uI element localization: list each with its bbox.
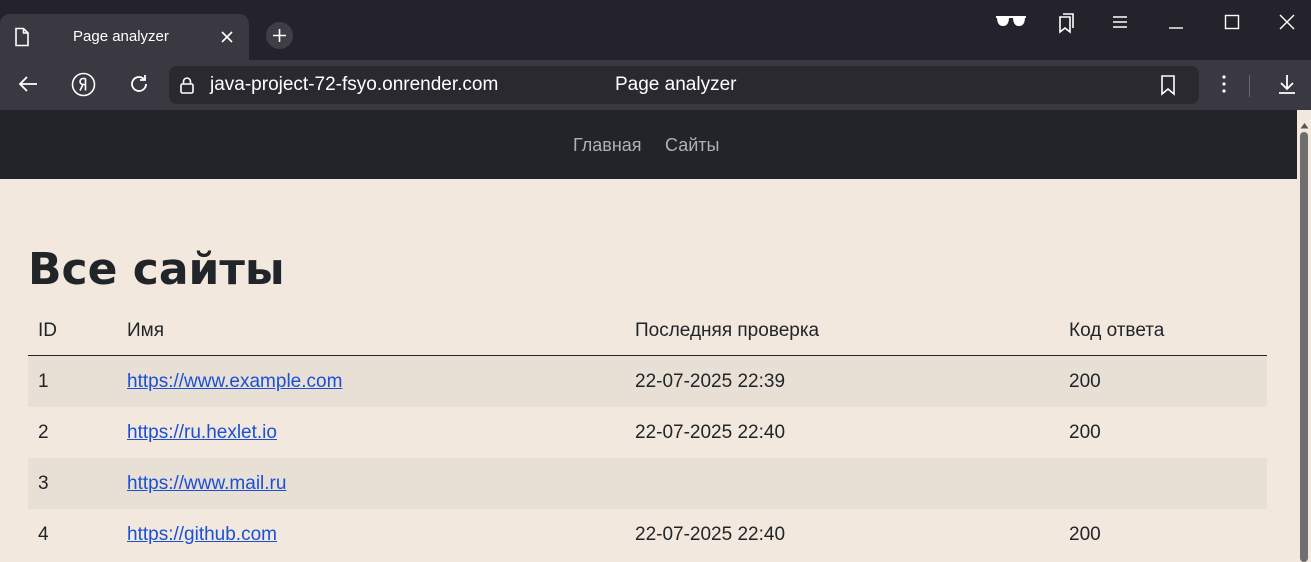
- document-icon: [13, 27, 31, 51]
- reload-icon[interactable]: [128, 73, 150, 99]
- cell-last-check: 22-07-2025 22:39: [625, 355, 1059, 407]
- table-row: 2 https://ru.hexlet.io 22-07-2025 22:40 …: [28, 407, 1267, 458]
- page-scrollbar[interactable]: [1297, 110, 1311, 562]
- collections-icon[interactable]: [1056, 12, 1076, 38]
- cell-last-check: [625, 458, 1059, 509]
- browser-tab[interactable]: Page analyzer: [0, 14, 249, 60]
- toolbar-divider: [1249, 75, 1250, 97]
- cell-last-check: 22-07-2025 22:40: [635, 523, 786, 545]
- back-arrow-icon[interactable]: [17, 73, 39, 99]
- page-title: Все сайты: [28, 244, 285, 295]
- cell-name: https://www.example.com: [117, 355, 625, 407]
- maximize-icon[interactable]: [1224, 14, 1240, 34]
- cell-name: https://ru.hexlet.io: [117, 407, 625, 458]
- cell-name: https://github.com: [117, 509, 625, 560]
- site-link[interactable]: https://github.com: [127, 524, 277, 545]
- yandex-logo-icon[interactable]: [71, 72, 96, 101]
- tab-title: Page analyzer: [73, 28, 169, 45]
- browser-titlebar: Page analyzer: [0, 0, 1311, 60]
- cell-id: 4: [38, 523, 49, 545]
- minimize-icon[interactable]: [1168, 14, 1184, 34]
- column-header-name: Имя: [117, 307, 625, 356]
- lock-icon[interactable]: [179, 76, 195, 98]
- site-link[interactable]: https://www.mail.ru: [127, 473, 286, 494]
- scrollbar-thumb[interactable]: [1300, 132, 1308, 562]
- site-link[interactable]: https://www.example.com: [127, 371, 342, 392]
- cell-response-code: 200: [1069, 523, 1101, 545]
- site-navbar: Главная Сайты: [0, 110, 1297, 179]
- column-header-last-check: Последняя проверка: [625, 307, 1059, 356]
- bookmark-icon[interactable]: [1159, 74, 1177, 100]
- more-options-icon[interactable]: [1216, 73, 1232, 99]
- sites-table: ID Имя Последняя проверка Код ответа 1 h…: [28, 307, 1267, 560]
- site-link[interactable]: https://ru.hexlet.io: [127, 422, 277, 443]
- browser-toolbar: java-project-72-fsyo.onrender.com Page a…: [0, 60, 1311, 110]
- table-row: 4 https://github.com 22-07-2025 22:40 20…: [28, 509, 1267, 560]
- cell-id: 1: [28, 355, 117, 407]
- column-header-id: ID: [28, 307, 117, 356]
- plus-icon: [273, 29, 286, 42]
- table-header-row: ID Имя Последняя проверка Код ответа: [28, 307, 1267, 356]
- column-header-response-code: Код ответа: [1059, 307, 1267, 356]
- cell-response-code: [1059, 458, 1267, 509]
- table-row: 3 https://www.mail.ru: [28, 458, 1267, 509]
- nav-link-home[interactable]: Главная: [573, 134, 642, 156]
- close-tab-icon[interactable]: [220, 29, 234, 48]
- new-tab-button[interactable]: [266, 22, 293, 49]
- address-bar[interactable]: java-project-72-fsyo.onrender.com Page a…: [169, 66, 1199, 104]
- download-icon[interactable]: [1276, 73, 1298, 99]
- close-window-icon[interactable]: [1279, 14, 1295, 34]
- url-text[interactable]: java-project-72-fsyo.onrender.com: [210, 75, 498, 95]
- cell-name: https://www.mail.ru: [117, 458, 625, 509]
- menu-icon[interactable]: [1112, 14, 1128, 33]
- address-page-title: Page analyzer: [615, 74, 737, 95]
- cell-id: 3: [28, 458, 117, 509]
- cell-id: 2: [38, 421, 49, 443]
- cell-last-check: 22-07-2025 22:40: [635, 421, 786, 443]
- nav-link-sites[interactable]: Сайты: [665, 134, 719, 156]
- cell-response-code: 200: [1069, 421, 1101, 443]
- scroll-up-arrow-icon[interactable]: [1300, 114, 1309, 133]
- cell-response-code: 200: [1059, 355, 1267, 407]
- table-row: 1 https://www.example.com 22-07-2025 22:…: [28, 355, 1267, 407]
- incognito-glasses-icon[interactable]: [995, 13, 1027, 35]
